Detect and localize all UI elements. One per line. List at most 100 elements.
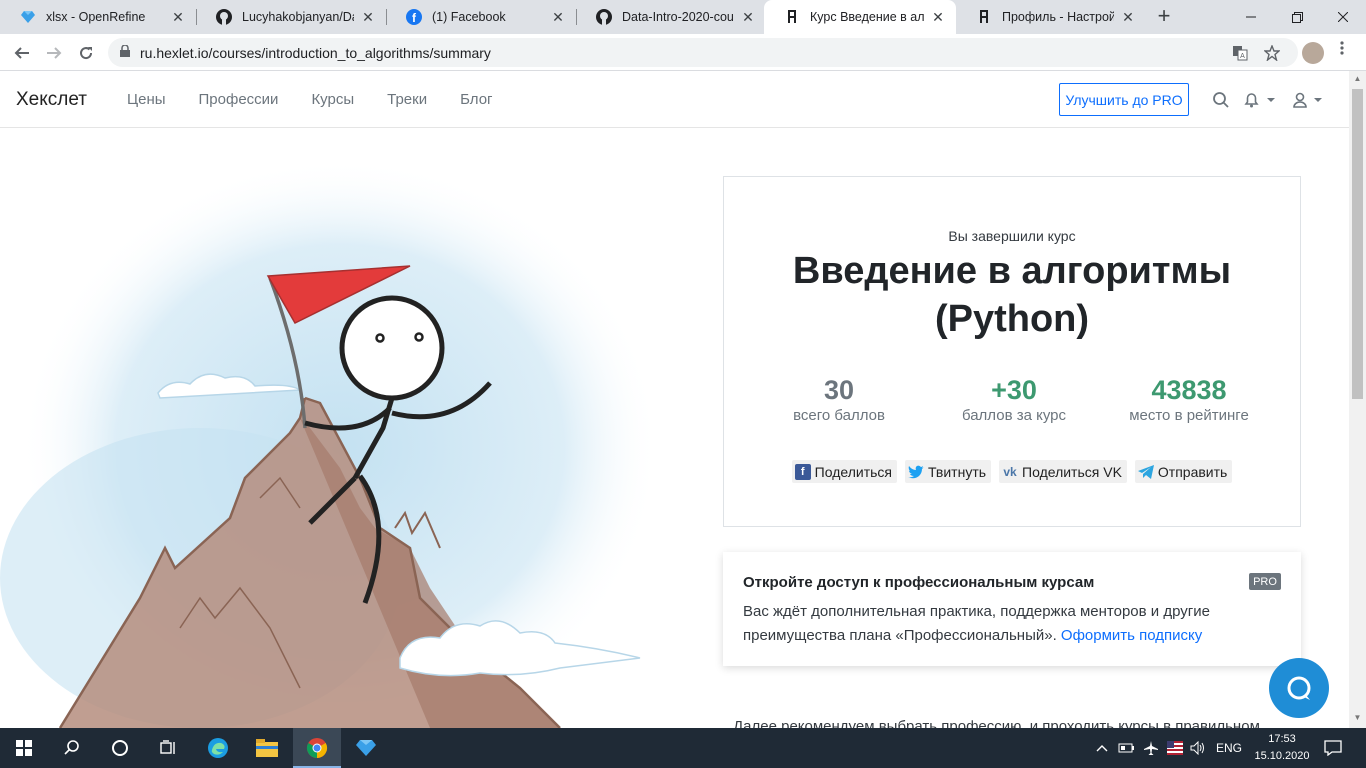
- scroll-down-icon[interactable]: ▼: [1353, 713, 1362, 722]
- translate-icon[interactable]: A: [1228, 38, 1252, 67]
- close-tab-icon[interactable]: ✕: [360, 9, 376, 26]
- close-tab-icon[interactable]: ✕: [1120, 9, 1136, 26]
- page-scrollbar[interactable]: ▲ ▼: [1349, 71, 1366, 728]
- openrefine-diamond-icon[interactable]: [342, 728, 390, 768]
- tab-title: Профиль - Настройки: [1002, 10, 1114, 24]
- tab-github-data[interactable]: Lucyhakobjanyan/Data- ✕: [196, 0, 386, 34]
- new-tab-button[interactable]: +: [1152, 5, 1176, 29]
- promo-title: Откройте доступ к профессиональным курса…: [743, 574, 1095, 591]
- windows-taskbar: ENG 17:53 15.10.2020: [0, 728, 1366, 768]
- share-label: Отправить: [1157, 463, 1228, 480]
- scrollbar-thumb[interactable]: [1352, 89, 1363, 399]
- battery-icon[interactable]: [1118, 728, 1136, 768]
- tab-github-course[interactable]: Data-Intro-2020-course ✕: [576, 0, 766, 34]
- back-button[interactable]: [9, 40, 35, 66]
- show-hidden-icons[interactable]: [1096, 728, 1108, 768]
- clock-time: 17:53: [1268, 733, 1296, 745]
- stat-label: место в рейтинге: [1129, 407, 1249, 424]
- close-tab-icon[interactable]: ✕: [930, 9, 946, 26]
- address-bar[interactable]: ru.hexlet.io/courses/introduction_to_alg…: [108, 38, 1298, 67]
- reload-button[interactable]: [73, 40, 99, 66]
- tab-openrefine[interactable]: xlsx - OpenRefine ✕: [0, 0, 196, 34]
- task-view-icon[interactable]: [144, 728, 192, 768]
- github-icon: [216, 9, 232, 25]
- stat-label: всего баллов: [793, 407, 885, 424]
- us-flag-icon[interactable]: [1167, 728, 1183, 768]
- hexlet-icon: [976, 9, 992, 25]
- browser-toolbar: ru.hexlet.io/courses/introduction_to_alg…: [0, 34, 1366, 71]
- minimize-button[interactable]: [1228, 0, 1274, 34]
- cortana-icon[interactable]: [96, 728, 144, 768]
- language-indicator[interactable]: ENG: [1216, 728, 1242, 768]
- file-explorer-icon[interactable]: [243, 728, 291, 768]
- url-text: ru.hexlet.io/courses/introduction_to_alg…: [140, 44, 491, 61]
- nav-link-prices[interactable]: Цены: [127, 91, 166, 108]
- share-label: Твитнуть: [927, 463, 987, 480]
- share-telegram-button[interactable]: Отправить: [1134, 460, 1233, 483]
- stat-value: 30: [823, 375, 855, 405]
- nav-link-professions[interactable]: Профессии: [199, 91, 279, 108]
- mountain-climber-illustration: [0, 158, 660, 728]
- stat-course-points: +30 баллов за курс: [939, 373, 1089, 424]
- support-chat-button[interactable]: [1269, 658, 1329, 718]
- pro-promo-box: Откройте доступ к профессиональным курса…: [723, 552, 1301, 666]
- site-logo[interactable]: Хекслет: [16, 89, 87, 111]
- search-icon[interactable]: [1212, 89, 1230, 111]
- chat-bubble-icon: [1287, 676, 1311, 700]
- scroll-up-icon[interactable]: ▲: [1353, 74, 1362, 83]
- share-label: Поделиться VK: [1022, 463, 1122, 480]
- share-label: Поделиться: [814, 463, 892, 480]
- upgrade-pro-button[interactable]: Улучшить до PRO: [1059, 83, 1189, 116]
- stats-row: 30 всего баллов +30 баллов за курс 43838…: [764, 373, 1264, 424]
- profile-avatar[interactable]: [1302, 42, 1324, 64]
- search-icon[interactable]: [48, 728, 96, 768]
- course-summary-card: Вы завершили курс Введение в алгоритмы (…: [723, 176, 1301, 527]
- tab-facebook[interactable]: f (1) Facebook ✕: [386, 0, 576, 34]
- windows-start-icon[interactable]: [0, 728, 48, 768]
- close-window-button[interactable]: [1320, 0, 1366, 34]
- tab-hexlet-profile[interactable]: Профиль - Настройки ✕: [956, 0, 1146, 34]
- restore-button[interactable]: [1274, 0, 1320, 34]
- clock-date: 15.10.2020: [1254, 750, 1310, 762]
- stat-label: баллов за курс: [961, 407, 1067, 424]
- github-icon: [596, 9, 612, 25]
- web-page: Хекслет Цены Профессии Курсы Треки Блог …: [0, 71, 1366, 728]
- course-title: Введение в алгоритмы (Python): [724, 247, 1300, 343]
- telegram-icon: [1137, 464, 1154, 480]
- lock-icon: [120, 44, 130, 60]
- notifications-bell-icon[interactable]: [1243, 89, 1277, 111]
- share-facebook-button[interactable]: f Поделиться: [791, 460, 897, 483]
- nav-link-courses[interactable]: Курсы: [311, 91, 354, 108]
- browser-menu-icon[interactable]: [1336, 40, 1348, 61]
- subscribe-link[interactable]: Оформить подписку: [1061, 627, 1202, 644]
- airplane-mode-icon[interactable]: [1143, 728, 1159, 768]
- close-tab-icon[interactable]: ✕: [740, 9, 756, 26]
- share-vk-button[interactable]: vk Поделиться VK: [999, 460, 1127, 483]
- nav-link-tracks[interactable]: Треки: [387, 91, 427, 108]
- share-twitter-button[interactable]: Твитнуть: [904, 460, 992, 483]
- browser-tab-strip: xlsx - OpenRefine ✕ Lucyhakobjanyan/Data…: [0, 0, 1366, 34]
- chrome-icon[interactable]: [293, 728, 341, 768]
- facebook-icon: f: [406, 9, 422, 25]
- tab-title: (1) Facebook: [432, 10, 506, 24]
- forward-button[interactable]: [41, 40, 67, 66]
- recommendation-text: Далее рекомендуем выбрать профессию, и п…: [733, 718, 1260, 728]
- tab-title: Lucyhakobjanyan/Data-: [242, 10, 354, 24]
- course-title-line2: (Python): [934, 298, 1090, 340]
- bookmark-star-icon[interactable]: [1260, 38, 1284, 67]
- edge-icon[interactable]: [194, 728, 242, 768]
- volume-icon[interactable]: [1190, 728, 1206, 768]
- close-tab-icon[interactable]: ✕: [170, 9, 186, 26]
- tab-hexlet-course[interactable]: Курс Введение в алгор ✕: [764, 0, 956, 34]
- svg-text:A: A: [1240, 53, 1245, 60]
- openrefine-diamond-icon: [20, 9, 36, 25]
- user-menu-icon[interactable]: [1292, 89, 1326, 111]
- twitter-icon: [907, 464, 924, 480]
- tab-title: Data-Intro-2020-course: [622, 10, 734, 24]
- close-tab-icon[interactable]: ✕: [550, 9, 566, 26]
- clock[interactable]: 17:53 15.10.2020: [1252, 731, 1312, 765]
- main-nav: Цены Профессии Курсы Треки Блог: [127, 91, 493, 108]
- notification-center-icon[interactable]: [1324, 728, 1342, 768]
- nav-link-blog[interactable]: Блог: [460, 91, 492, 108]
- stat-value: 43838: [1151, 375, 1227, 405]
